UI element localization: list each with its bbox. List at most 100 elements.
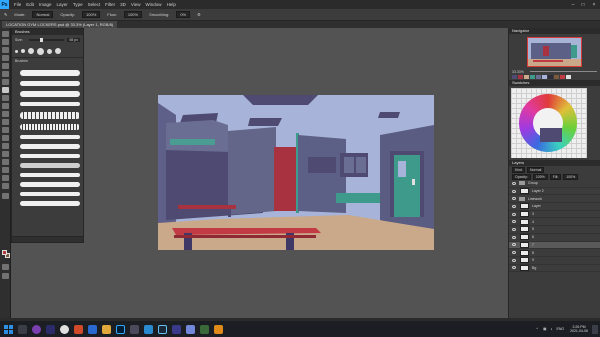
brush-preset[interactable] (20, 124, 80, 130)
layer-kind-filter[interactable]: Kind (512, 166, 526, 173)
mode-select[interactable]: Normal (32, 11, 54, 18)
move-tool-icon[interactable] (2, 31, 9, 37)
layer-row[interactable]: Layer 2 (509, 188, 600, 196)
brush-tip[interactable] (37, 47, 44, 55)
brush-preset[interactable] (20, 192, 80, 196)
brush-tip[interactable] (21, 49, 25, 53)
app-icon[interactable] (200, 324, 209, 334)
history-brush-tool-icon[interactable] (2, 103, 9, 109)
dodge-tool-icon[interactable] (2, 135, 9, 141)
layer-row[interactable]: 5 (509, 226, 600, 234)
menu-window[interactable]: Window (146, 2, 162, 7)
windows-start-icon[interactable] (4, 324, 13, 334)
language-indicator[interactable]: ENG (557, 327, 565, 331)
navigator-zoom-slider[interactable] (529, 71, 597, 72)
app-icon[interactable] (144, 324, 153, 334)
color-swatches[interactable] (2, 250, 10, 258)
visibility-eye-icon[interactable] (512, 189, 516, 193)
eyedropper-tool-icon[interactable] (2, 71, 9, 77)
brush-preset[interactable] (20, 144, 80, 149)
brush-tip[interactable] (47, 48, 52, 54)
search-icon[interactable] (18, 324, 27, 334)
gradient-tool-icon[interactable] (2, 119, 9, 125)
visibility-eye-icon[interactable] (512, 227, 516, 231)
more-tools-icon[interactable] (2, 193, 9, 199)
quick-mask-icon[interactable] (2, 264, 9, 270)
brush-tip[interactable] (28, 48, 34, 54)
taskbar-clock[interactable]: 2:26 PM 2021-04-06 (570, 325, 588, 333)
swatch[interactable] (536, 75, 541, 79)
flow-field[interactable]: 100% (123, 11, 143, 18)
minimize-icon[interactable]: – (568, 0, 578, 9)
brush-preset[interactable] (20, 135, 80, 139)
shape-tool-icon[interactable] (2, 167, 9, 173)
tray-chevron-icon[interactable]: ^ (536, 327, 538, 331)
visibility-eye-icon[interactable] (512, 197, 516, 201)
marquee-tool-icon[interactable] (2, 39, 9, 45)
swatch[interactable] (542, 75, 547, 79)
swatch[interactable] (560, 75, 565, 79)
layer-row[interactable]: 7 (509, 241, 600, 250)
swatch[interactable] (548, 75, 553, 79)
brush-preset[interactable] (20, 182, 80, 187)
app-icon[interactable] (130, 324, 139, 334)
app-icon[interactable] (74, 324, 83, 334)
discord-icon[interactable] (186, 324, 195, 334)
brush-preset[interactable] (20, 163, 80, 168)
brush-preset[interactable] (20, 91, 80, 97)
brush-preset[interactable] (20, 173, 80, 177)
menu-3d[interactable]: 3D (120, 2, 126, 7)
layer-row[interactable]: 4 (509, 218, 600, 227)
navigator-zoom-value[interactable]: 33.33% (512, 70, 524, 74)
crop-tool-icon[interactable] (2, 63, 9, 69)
folder-icon[interactable] (102, 324, 111, 334)
vlc-icon[interactable] (214, 324, 223, 334)
visibility-eye-icon[interactable] (512, 235, 516, 239)
gear-icon[interactable]: ⚙ (197, 12, 201, 17)
zoom-tool-icon[interactable] (2, 183, 9, 189)
menu-edit[interactable]: Edit (26, 2, 34, 7)
brush-size-value[interactable]: 65 px (67, 38, 80, 42)
notification-icon[interactable] (592, 324, 598, 334)
chrome-icon[interactable] (60, 324, 69, 334)
eraser-tool-icon[interactable] (2, 111, 9, 117)
screen-mode-icon[interactable] (2, 273, 9, 279)
foreground-color-swatch[interactable] (2, 250, 7, 255)
opacity-field[interactable]: 100% (82, 11, 101, 18)
visibility-eye-icon[interactable] (512, 181, 516, 185)
menu-filter[interactable]: Filter (105, 2, 115, 7)
brush-preset[interactable] (20, 70, 80, 76)
brush-group-header[interactable]: Brushes (12, 57, 83, 64)
layer-group-row[interactable]: Linework (509, 195, 600, 204)
visibility-eye-icon[interactable] (512, 251, 516, 255)
brush-tip[interactable] (15, 49, 18, 53)
swatches-tab[interactable]: Swatches (509, 80, 600, 86)
layer-row[interactable]: Layer (509, 203, 600, 211)
brush-tip[interactable] (55, 48, 61, 54)
layer-row[interactable]: 3 (509, 211, 600, 219)
navigator-thumbnail[interactable] (527, 37, 582, 67)
blend-mode-select[interactable]: Normal (527, 166, 545, 173)
app-icon[interactable] (88, 324, 97, 334)
swatch[interactable] (530, 75, 535, 79)
app-icon[interactable] (32, 324, 41, 334)
menu-help[interactable]: Help (167, 2, 176, 7)
visibility-eye-icon[interactable] (512, 220, 516, 224)
layer-row[interactable]: 6 (509, 234, 600, 242)
pen-tool-icon[interactable] (2, 143, 9, 149)
visibility-eye-icon[interactable] (512, 258, 516, 262)
brush-preset[interactable] (20, 112, 80, 119)
menu-select[interactable]: Select (88, 2, 101, 7)
healing-tool-icon[interactable] (2, 79, 9, 85)
menu-image[interactable]: Image (39, 2, 52, 7)
brush-tool-icon[interactable] (2, 87, 9, 93)
swatch[interactable] (518, 75, 523, 79)
close-icon[interactable]: × (589, 0, 599, 9)
navigator-tab[interactable]: Navigator (509, 28, 600, 34)
brush-tool-icon[interactable]: ✎ (4, 12, 7, 17)
layer-row[interactable]: 8 (509, 249, 600, 257)
menu-type[interactable]: Type (73, 2, 83, 7)
swatch[interactable] (554, 75, 559, 79)
visibility-eye-icon[interactable] (512, 243, 516, 247)
swatch[interactable] (512, 75, 517, 79)
